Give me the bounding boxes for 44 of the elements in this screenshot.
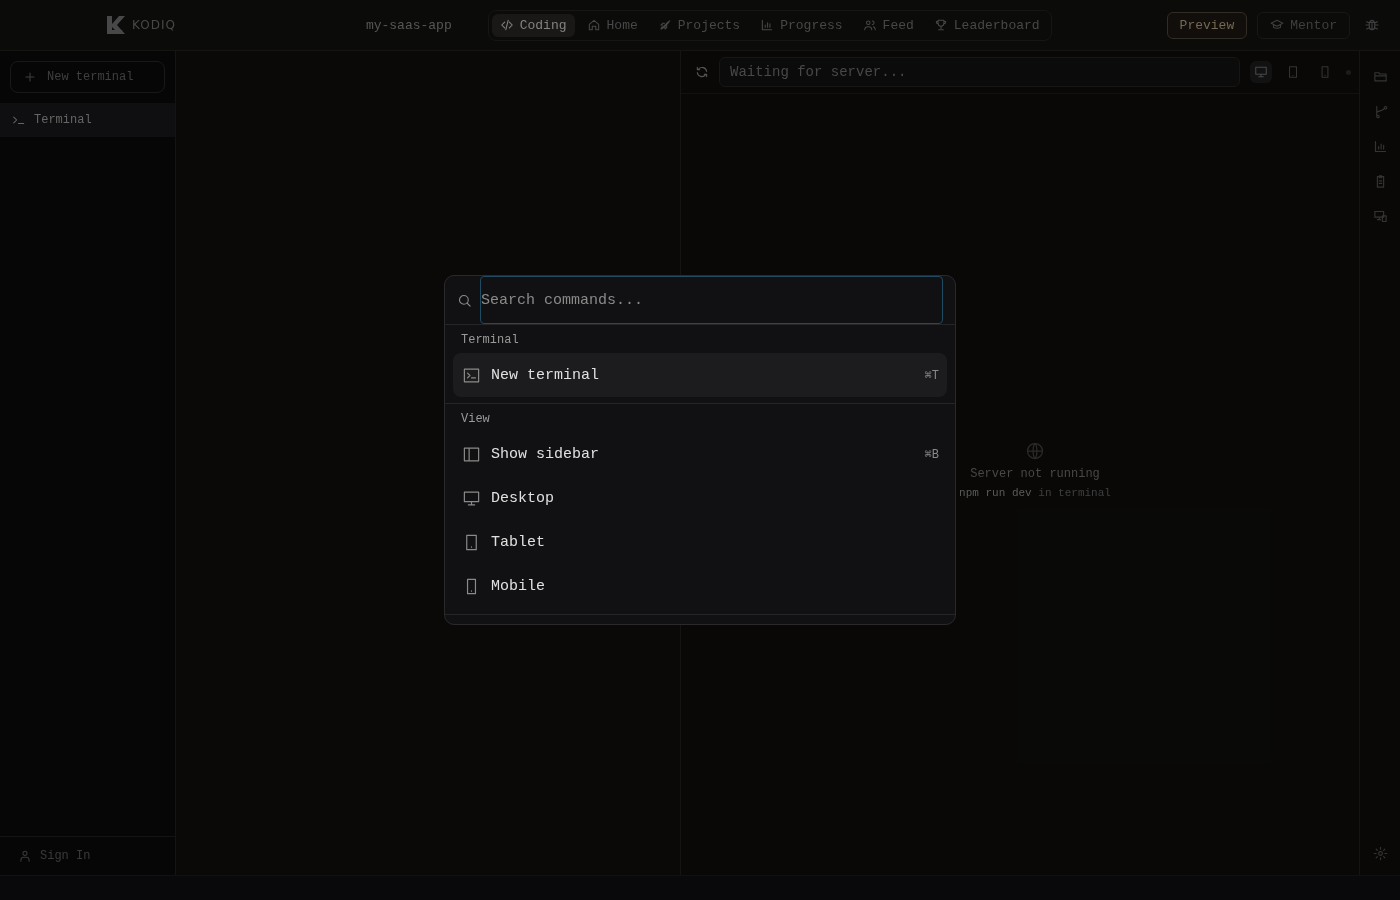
command-item[interactable]: Tablet bbox=[453, 520, 947, 564]
url-field[interactable]: Waiting for server... bbox=[719, 57, 1240, 87]
bug-icon[interactable] bbox=[1364, 17, 1380, 33]
group-heading: View bbox=[460, 412, 491, 428]
chart-icon bbox=[760, 18, 775, 32]
nav-tab[interactable]: Home bbox=[578, 13, 646, 37]
plus-icon bbox=[23, 70, 37, 84]
mobile-icon bbox=[1318, 65, 1332, 79]
trophy-icon bbox=[933, 18, 948, 32]
device-toggle[interactable] bbox=[1250, 61, 1272, 83]
preview-button[interactable]: Preview bbox=[1166, 11, 1248, 39]
user-icon bbox=[18, 849, 32, 863]
prompt-icon bbox=[12, 113, 26, 127]
code-icon bbox=[499, 18, 514, 32]
logo-icon bbox=[104, 13, 128, 37]
home-icon bbox=[586, 18, 601, 32]
settings-icon[interactable] bbox=[1372, 846, 1388, 861]
new-terminal-button[interactable]: New terminal bbox=[10, 61, 165, 93]
devices-icon[interactable] bbox=[1372, 209, 1388, 224]
command-item[interactable]: Show sidebar ⌘B bbox=[453, 432, 947, 476]
command-item[interactable]: New terminal ⌘T bbox=[453, 353, 947, 397]
nav-tab[interactable]: Projects bbox=[649, 13, 749, 37]
logo-text: KODIQ bbox=[132, 18, 176, 32]
empty-title: Server not running bbox=[970, 466, 1100, 481]
nav-tab[interactable]: Coding bbox=[491, 13, 575, 37]
tablet-icon bbox=[1286, 65, 1300, 79]
nav-tab[interactable]: Progress bbox=[752, 13, 851, 37]
users-icon bbox=[862, 18, 877, 32]
project-selector[interactable]: my-saas-app bbox=[365, 17, 452, 33]
folder-icon[interactable] bbox=[1372, 69, 1388, 84]
nav-tab[interactable]: Leaderboard bbox=[925, 13, 1048, 37]
nav-tab[interactable]: Feed bbox=[854, 13, 922, 37]
terminal-tab[interactable]: Terminal bbox=[0, 103, 175, 137]
empty-hint: npm run dev in terminal bbox=[959, 486, 1111, 499]
search-icon bbox=[457, 292, 472, 308]
refresh-icon[interactable] bbox=[695, 65, 709, 79]
group-heading: Terminal bbox=[460, 333, 520, 349]
chart-icon[interactable] bbox=[1372, 139, 1388, 154]
globe-icon bbox=[1025, 440, 1045, 461]
command-item[interactable]: Desktop bbox=[453, 476, 947, 520]
graduation-cap-icon bbox=[1270, 18, 1285, 32]
search-field[interactable]: Search commands... bbox=[480, 276, 943, 324]
desktop-icon bbox=[1254, 65, 1268, 79]
command-item[interactable]: Mobile bbox=[453, 564, 947, 608]
